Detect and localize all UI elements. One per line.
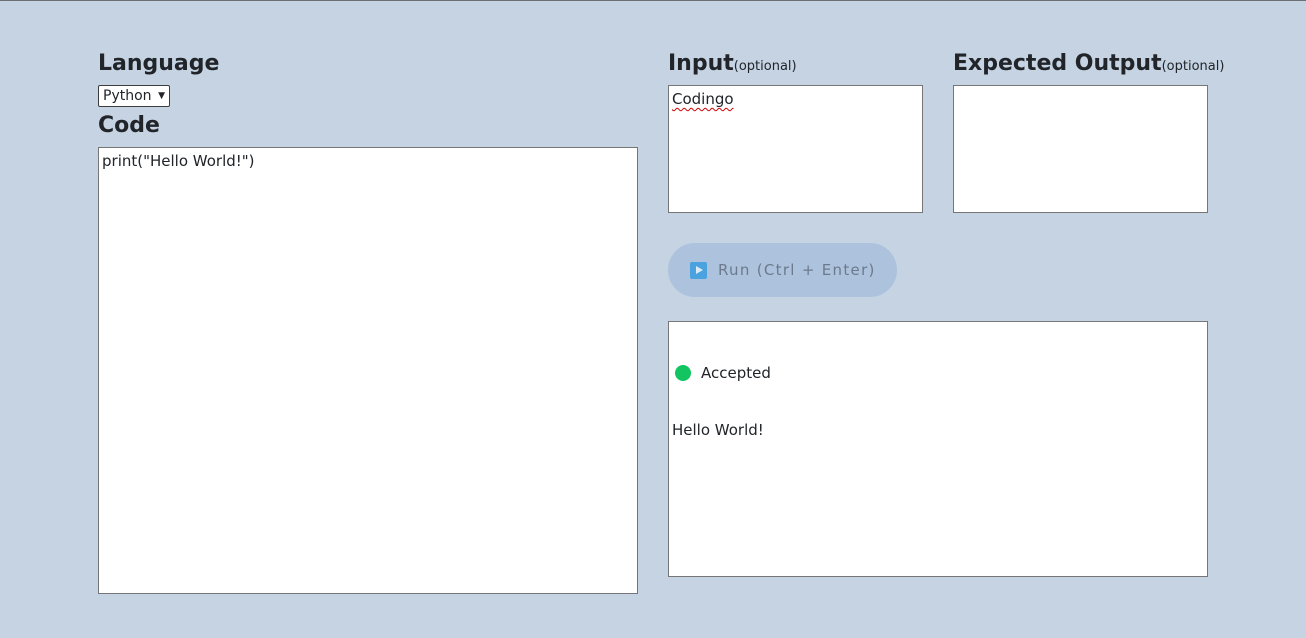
play-icon: [690, 261, 707, 279]
status-row: Accepted: [675, 364, 1204, 382]
chevron-down-icon: ▼: [158, 90, 165, 101]
code-heading: Code: [98, 113, 160, 138]
input-text: Codingo: [672, 90, 734, 108]
expected-optional-label: (optional): [1161, 59, 1225, 74]
output-panel: Accepted Hello World!: [668, 321, 1208, 577]
status-dot-icon: [675, 365, 691, 381]
output-text: Hello World!: [672, 421, 764, 439]
expected-output-textarea[interactable]: [953, 85, 1208, 213]
expected-output-heading: Expected Output(optional): [953, 51, 1225, 76]
language-select-value: Python: [103, 88, 152, 104]
input-heading: Input(optional): [668, 51, 797, 76]
code-text: print("Hello World!"): [102, 152, 255, 170]
run-button-label: Run (Ctrl + Enter): [718, 261, 876, 279]
status-label: Accepted: [701, 364, 771, 382]
language-select[interactable]: Python ▼: [98, 85, 170, 107]
code-editor[interactable]: print("Hello World!"): [98, 147, 638, 594]
run-button[interactable]: Run (Ctrl + Enter): [668, 243, 897, 297]
input-optional-label: (optional): [733, 59, 797, 74]
language-heading: Language: [98, 51, 220, 76]
input-textarea[interactable]: Codingo: [668, 85, 923, 213]
